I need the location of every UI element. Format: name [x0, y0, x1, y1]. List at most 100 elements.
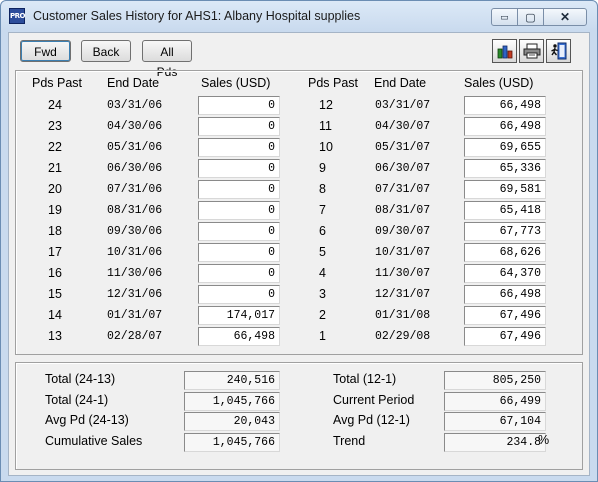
left-pds-past: 19	[48, 203, 62, 217]
left-end-date: 09/30/06	[107, 225, 163, 238]
client-area: Fwd Back All Pds Pds Past End Date Sales…	[8, 32, 590, 476]
summary-right-value[interactable]: 66,499	[444, 392, 546, 411]
summary-left-label: Total (24-13)	[45, 372, 116, 386]
back-button[interactable]: Back	[81, 40, 131, 62]
exit-door-icon	[550, 42, 566, 60]
right-end-date: 02/29/08	[375, 330, 431, 343]
right-sales-field[interactable]: 67,496	[464, 327, 546, 346]
right-sales-field[interactable]: 65,418	[464, 201, 546, 220]
right-sales-field[interactable]: 64,370	[464, 264, 546, 283]
left-sales-field[interactable]: 0	[198, 222, 280, 241]
print-button[interactable]	[519, 39, 544, 63]
fwd-button[interactable]: Fwd	[20, 40, 71, 62]
chart-icon	[497, 45, 512, 59]
left-pds-past: 18	[48, 224, 62, 238]
summary-left-value[interactable]: 1,045,766	[184, 433, 280, 452]
all-pds-button[interactable]: All Pds	[142, 40, 192, 79]
left-end-date: 12/31/06	[107, 288, 163, 301]
left-end-date: 10/31/06	[107, 246, 163, 259]
right-end-date: 10/31/07	[375, 246, 431, 259]
summary-right-value[interactable]: 234.8	[444, 433, 546, 452]
left-sales-field[interactable]: 0	[198, 201, 280, 220]
left-sales-field[interactable]: 174,017	[198, 306, 280, 325]
right-sales-field[interactable]: 67,773	[464, 222, 546, 241]
right-end-date: 08/31/07	[375, 204, 431, 217]
left-end-date: 03/31/06	[107, 99, 163, 112]
header-sales-right: Sales (USD)	[464, 76, 534, 90]
header-end-date-left: End Date	[107, 76, 160, 90]
left-sales-field[interactable]: 0	[198, 180, 280, 199]
left-sales-field[interactable]: 0	[198, 117, 280, 136]
app-icon: PRO	[9, 8, 25, 24]
right-end-date: 05/31/07	[375, 141, 431, 154]
right-pds-past: 10	[319, 140, 333, 154]
summary-right-label: Total (12-1)	[333, 372, 397, 386]
right-sales-field[interactable]: 69,655	[464, 138, 546, 157]
summary-left-value[interactable]: 1,045,766	[184, 392, 280, 411]
header-pds-past-right: Pds Past	[308, 76, 359, 90]
summary-left-label: Cumulative Sales	[45, 434, 143, 448]
left-pds-past: 20	[48, 182, 62, 196]
summary-panel: Total (24-13) 240,516 Total (24-1) 1,045,76…	[15, 362, 583, 470]
close-icon: ✕	[559, 10, 571, 24]
maximize-button[interactable]: ▢	[517, 8, 544, 26]
left-pds-past: 15	[48, 287, 62, 301]
left-pds-past: 13	[48, 329, 62, 343]
left-pds-past: 16	[48, 266, 62, 280]
summary-right-value[interactable]: 805,250	[444, 371, 546, 390]
left-pds-past: 14	[48, 308, 62, 322]
toolbar: Fwd Back All Pds	[9, 33, 589, 79]
minimize-icon: ▭	[500, 11, 509, 22]
title-bar[interactable]: PRO Customer Sales History for AHS1: Alb…	[1, 1, 597, 31]
right-sales-field[interactable]: 65,336	[464, 159, 546, 178]
right-sales-field[interactable]: 66,498	[464, 285, 546, 304]
left-sales-field[interactable]: 0	[198, 264, 280, 283]
right-end-date: 04/30/07	[375, 120, 431, 133]
right-pds-past: 6	[319, 224, 326, 238]
close-button[interactable]: ✕	[543, 8, 587, 26]
right-pds-past: 3	[319, 287, 326, 301]
left-pds-past: 22	[48, 140, 62, 154]
left-sales-field[interactable]: 0	[198, 285, 280, 304]
right-pds-past: 8	[319, 182, 326, 196]
left-sales-field[interactable]: 0	[198, 159, 280, 178]
right-end-date: 09/30/07	[375, 225, 431, 238]
left-end-date: 06/30/06	[107, 162, 163, 175]
chart-button[interactable]	[492, 39, 517, 63]
left-sales-field[interactable]: 0	[198, 243, 280, 262]
summary-right-value[interactable]: 67,104	[444, 412, 546, 431]
left-end-date: 04/30/06	[107, 120, 163, 133]
left-sales-field[interactable]: 0	[198, 138, 280, 157]
right-pds-past: 5	[319, 245, 326, 259]
right-end-date: 07/31/07	[375, 183, 431, 196]
header-sales-left: Sales (USD)	[201, 76, 271, 90]
left-pds-past: 17	[48, 245, 62, 259]
right-end-date: 12/31/07	[375, 288, 431, 301]
left-end-date: 02/28/07	[107, 330, 163, 343]
header-end-date-right: End Date	[374, 76, 427, 90]
right-pds-past: 9	[319, 161, 326, 175]
right-pds-past: 7	[319, 203, 326, 217]
left-sales-field[interactable]: 66,498	[198, 327, 280, 346]
right-sales-field[interactable]: 66,498	[464, 117, 546, 136]
left-sales-field[interactable]: 0	[198, 96, 280, 115]
summary-left-value[interactable]: 240,516	[184, 371, 280, 390]
sales-history-window: PRO Customer Sales History for AHS1: Alb…	[0, 0, 598, 482]
right-end-date: 11/30/07	[375, 267, 431, 280]
left-end-date: 05/31/06	[107, 141, 163, 154]
right-end-date: 01/31/08	[375, 309, 431, 322]
header-pds-past-left: Pds Past	[32, 76, 83, 90]
window-title: Customer Sales History for AHS1: Albany …	[33, 9, 361, 23]
right-end-date: 03/31/07	[375, 99, 431, 112]
right-sales-field[interactable]: 69,581	[464, 180, 546, 199]
minimize-button[interactable]: ▭	[491, 8, 518, 26]
right-sales-field[interactable]: 68,626	[464, 243, 546, 262]
right-sales-field[interactable]: 67,496	[464, 306, 546, 325]
right-pds-past: 2	[319, 308, 326, 322]
exit-button[interactable]	[546, 39, 571, 63]
left-end-date: 07/31/06	[107, 183, 163, 196]
right-sales-field[interactable]: 66,498	[464, 96, 546, 115]
maximize-icon: ▢	[525, 11, 536, 24]
summary-left-value[interactable]: 20,043	[184, 412, 280, 431]
right-pds-past: 12	[319, 98, 333, 112]
